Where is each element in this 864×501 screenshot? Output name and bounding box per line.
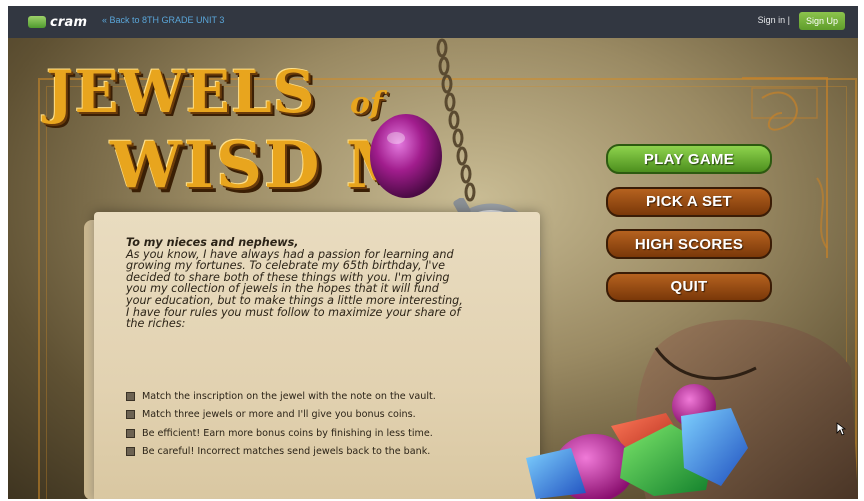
bullet-icon <box>126 447 135 457</box>
rule-item: Match three jewels or more and I'll give… <box>126 406 466 425</box>
quit-button[interactable]: QUIT <box>606 271 772 302</box>
rules-list: Match the inscription on the jewel with … <box>126 387 466 461</box>
logo-text: cram <box>50 14 88 30</box>
title-jewels: JEWELS <box>46 58 316 126</box>
rule-item: Be efficient! Earn more bonus coins by f… <box>126 424 466 443</box>
back-link[interactable]: « Back to 8TH GRADE UNIT 3 <box>102 15 224 25</box>
rule-item: Be careful! Incorrect matches send jewel… <box>126 443 466 462</box>
rule-item: Match the inscription on the jewel with … <box>126 387 466 406</box>
play-game-button[interactable]: PLAY GAME <box>606 144 772 174</box>
cram-logo[interactable]: cram <box>28 13 87 31</box>
letter-body: As you know, I have always had a passion… <box>126 247 463 331</box>
pick-a-set-button[interactable]: PICK A SET <box>606 186 772 217</box>
mouse-cursor-icon <box>836 422 846 436</box>
rule-text: Match three jewels or more and I'll give… <box>142 409 416 421</box>
purple-gem-icon <box>370 114 442 198</box>
bullet-icon <box>126 410 135 420</box>
rule-text: Match the inscription on the jewel with … <box>142 390 436 402</box>
high-scores-button[interactable]: HIGH SCORES <box>606 229 772 259</box>
game-stage: JEWELS of WISD M To my nieces and nephew… <box>8 38 858 499</box>
rule-text: Be efficient! Earn more bonus coins by f… <box>142 427 433 439</box>
bullet-icon <box>126 391 135 401</box>
cram-logo-icon <box>28 16 46 28</box>
main-menu: PLAY GAME PICK A SET HIGH SCORES QUIT <box>606 144 772 314</box>
bullet-icon <box>126 428 135 438</box>
rule-text: Be careful! Incorrect matches send jewel… <box>142 446 431 458</box>
sign-up-button[interactable]: Sign Up <box>799 12 845 30</box>
sign-in-link[interactable]: Sign in | <box>758 15 790 25</box>
letter-text: To my nieces and nephews, As you know, I… <box>126 237 466 330</box>
jewel-bag-icon <box>526 319 858 499</box>
top-bar: cram « Back to 8TH GRADE UNIT 3 Sign in … <box>8 6 858 38</box>
